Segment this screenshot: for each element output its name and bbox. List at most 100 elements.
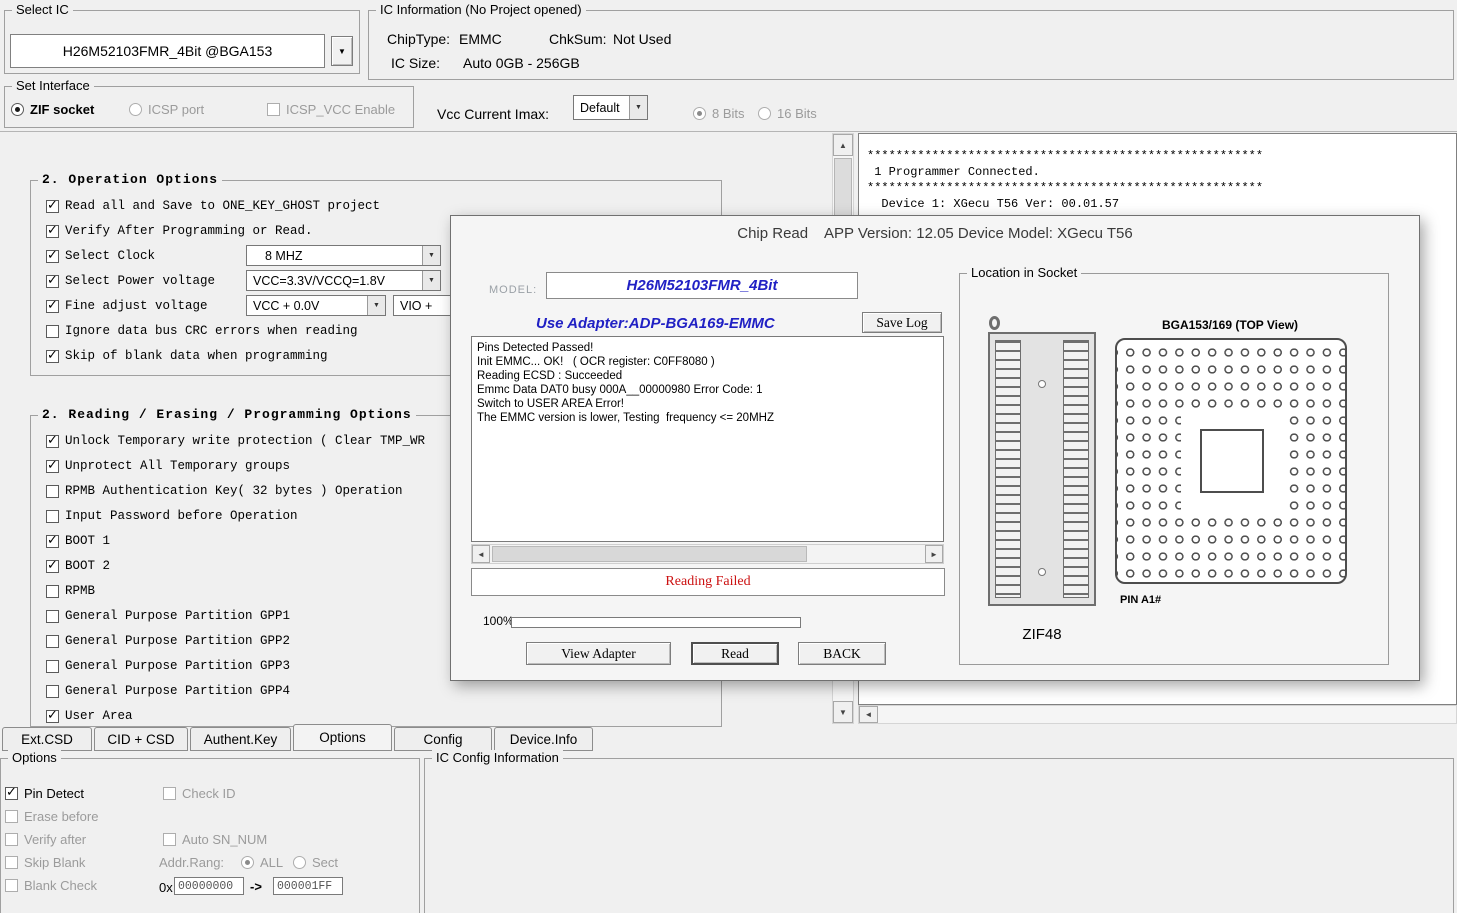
skip-blank-checkbox[interactable] [5,856,18,869]
icsp-port-radio[interactable] [129,103,142,116]
fine-adjust-checkbox[interactable] [46,300,59,313]
view-adapter-button[interactable]: View Adapter [526,642,671,665]
bits8-radio-row[interactable]: 8 Bits [693,105,745,121]
zif-align-hole-top [1038,380,1046,388]
dialog-log-textbox[interactable]: Pins Detected Passed! Init EMMC... OK! (… [471,336,944,542]
scrollbar-thumb[interactable] [834,158,852,222]
blank-check-row: Blank Check [5,877,97,893]
scrollbar-thumb[interactable] [492,546,807,562]
zif-socket-graphic [988,332,1096,606]
chevron-down-icon[interactable]: ▼ [422,246,440,265]
addr-all-radio[interactable] [241,856,254,869]
device-log-hscrollbar[interactable]: ◄ [858,705,1457,724]
ic-information-group: IC Information (No Project opened) ChipT… [368,10,1454,80]
erase-before-checkbox[interactable] [5,810,18,823]
option-unprotect-groups: Unprotect All Temporary groups [46,458,290,474]
addr-to-input[interactable] [273,877,343,895]
vcc-adjust-combobox[interactable]: VCC + 0.0V ▼ [246,295,386,316]
clock-combobox[interactable]: 8 MHZ ▼ [246,245,441,266]
bits16-label: 16 Bits [777,106,817,121]
chksum-label: ChkSum: [549,31,607,47]
zif-socket-radio-row[interactable]: ZIF socket [11,101,94,117]
tab-config[interactable]: Config [394,727,492,751]
status-box: Reading Failed [471,568,945,596]
bga-caption: BGA153/169 (TOP View) [1110,318,1350,332]
read-all-save-checkbox[interactable] [46,200,59,213]
addr-from-input[interactable] [174,877,244,895]
unprotect-groups-checkbox[interactable] [46,460,59,473]
gpp1-checkbox[interactable] [46,610,59,623]
chevron-down-icon[interactable]: ▼ [629,96,647,119]
check-id-checkbox[interactable] [163,787,176,800]
scroll-left-button[interactable]: ◄ [859,706,878,723]
tab-ext-csd[interactable]: Ext.CSD [2,727,92,751]
bga-diagram [1115,338,1347,584]
tab-cid-csd[interactable]: CID + CSD [94,727,188,751]
range-arrow-label: -> [250,879,262,894]
addr-sect-radio[interactable] [293,856,306,869]
scroll-left-button[interactable]: ◄ [472,545,490,563]
scroll-down-button[interactable]: ▼ [833,701,853,723]
dialog-log-hscrollbar[interactable]: ◄ ► [471,544,944,564]
use-adapter-text: Use Adapter:ADP-BGA169-EMMC [536,315,866,332]
verify-after-checkbox[interactable] [46,225,59,238]
ic-select-combobox[interactable]: H26M52103FMR_4Bit @BGA153 [10,34,325,68]
boot1-checkbox[interactable] [46,535,59,548]
select-clock-checkbox[interactable] [46,250,59,263]
scroll-up-button[interactable]: ▲ [833,134,853,156]
tab-options[interactable]: Options [293,724,392,751]
bits16-radio[interactable] [758,107,771,120]
verify-after-checkbox[interactable] [5,833,18,846]
icsp-vcc-checkbox[interactable] [267,103,280,116]
zif-socket-radio[interactable] [11,103,24,116]
power-voltage-checkbox[interactable] [46,275,59,288]
bits8-radio[interactable] [693,107,706,120]
read-button[interactable]: Read [691,642,779,665]
skip-blank-data-checkbox[interactable] [46,350,59,363]
tab-device-info[interactable]: Device.Info [494,727,593,751]
icsp-port-radio-row[interactable]: ICSP port [129,101,204,117]
boot2-checkbox[interactable] [46,560,59,573]
addr-all-radio-row: ALL [241,854,283,870]
rpmb-checkbox[interactable] [46,585,59,598]
check-id-row: Check ID [163,785,235,801]
ic-select-dropdown-button[interactable]: ▼ [331,36,353,66]
select-ic-group: Select IC H26M52103FMR_4Bit @BGA153 ▼ [4,10,360,74]
gpp4-checkbox[interactable] [46,685,59,698]
vio-adjust-combobox[interactable]: VIO + [393,295,453,316]
set-interface-group-label: Set Interface [12,78,94,93]
bits16-radio-row[interactable]: 16 Bits [758,105,817,121]
vcc-current-value: Default [580,101,620,115]
pin-detect-checkbox[interactable] [5,787,18,800]
option-user-area: User Area [46,708,133,724]
scroll-right-button[interactable]: ► [925,545,943,563]
option-ignore-crc: Ignore data bus CRC errors when reading [46,323,358,339]
icsp-vcc-checkbox-row[interactable]: ICSP_VCC Enable [267,101,395,117]
power-voltage-combobox[interactable]: VCC=3.3V/VCCQ=1.8V ▼ [246,270,441,291]
input-password-checkbox[interactable] [46,510,59,523]
chevron-down-icon[interactable]: ▼ [422,271,440,290]
rpmb-auth-key-checkbox[interactable] [46,485,59,498]
chevron-down-icon[interactable]: ▼ [367,296,385,315]
option-select-clock: Select Clock [46,248,155,264]
erase-before-row: Erase before [5,808,98,824]
option-boot1: BOOT 1 [46,533,110,549]
save-log-button[interactable]: Save Log [862,312,942,333]
auto-sn-checkbox[interactable] [163,833,176,846]
gpp3-checkbox[interactable] [46,660,59,673]
user-area-checkbox[interactable] [46,710,59,723]
tab-authent-key[interactable]: Authent.Key [190,727,291,751]
gpp2-checkbox[interactable] [46,635,59,648]
blank-check-checkbox[interactable] [5,879,18,892]
back-button[interactable]: BACK [798,642,886,665]
zif-align-hole-bottom [1038,568,1046,576]
pin-a1-caption: PIN A1# [1120,594,1161,606]
auto-sn-row: Auto SN_NUM [163,831,267,847]
model-field: H26M52103FMR_4Bit [546,272,858,299]
bottom-options-group: Options Pin Detect Check ID Erase before… [0,758,420,913]
zif-pin-rail-right [1063,340,1089,598]
ignore-crc-checkbox[interactable] [46,325,59,338]
vcc-current-combobox[interactable]: Default ▼ [573,95,648,120]
unlock-tmp-wp-checkbox[interactable] [46,435,59,448]
option-rpmb: RPMB [46,583,95,599]
